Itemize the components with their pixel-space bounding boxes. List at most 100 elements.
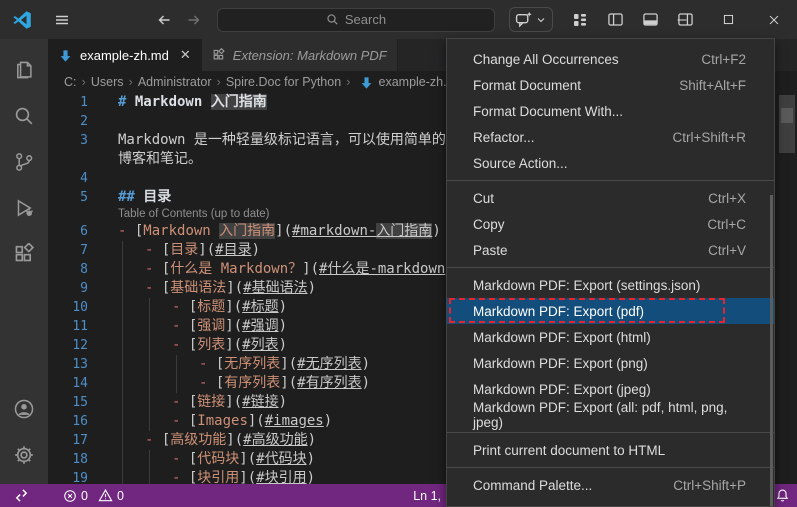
line-content: - [基础语法](#基础语法) <box>145 280 317 296</box>
menu-item-label: Format Document With... <box>473 103 624 119</box>
menu-item-label: Cut <box>473 190 495 206</box>
warnings-indicator[interactable]: 0 <box>98 488 124 503</box>
minimize-button[interactable] <box>659 0 705 39</box>
editor-scrollbar[interactable] <box>779 95 795 153</box>
errors-indicator[interactable]: 0 <box>63 489 88 503</box>
menu-item-paste[interactable]: Paste Ctrl+V <box>447 237 774 263</box>
menu-item-copy[interactable]: Copy Ctrl+C <box>447 211 774 237</box>
breadcrumb-item[interactable]: Administrator <box>138 75 212 89</box>
chevron-down-icon <box>537 17 545 22</box>
menu-item-label: Change All Occurrences <box>473 51 619 67</box>
cursor-position[interactable]: Ln 1, <box>413 484 441 507</box>
breadcrumb-chevron-icon: › <box>346 74 351 89</box>
tab-example-zh-md[interactable]: example-zh.md ✕ <box>48 39 202 71</box>
menu-hamburger-icon[interactable] <box>47 6 77 34</box>
indent-guide <box>122 412 123 431</box>
context-menu-items: Change All Occurrences Ctrl+F2 Format Docu… <box>447 46 774 498</box>
menu-item-change-all-occurrences[interactable]: Change All Occurrences Ctrl+F2 <box>447 46 774 72</box>
menu-item-command-palette[interactable]: Command Palette... Ctrl+Shift+P <box>447 472 774 498</box>
line-number: 1 <box>80 95 88 110</box>
menu-item-markdown-pdf-export-pdf[interactable]: Markdown PDF: Export (pdf) <box>447 298 774 324</box>
copilot-chat-button[interactable] <box>509 7 553 32</box>
indent-guide <box>122 450 123 469</box>
menu-item-markdown-pdf-export-html[interactable]: Markdown PDF: Export (html) <box>447 324 774 350</box>
line-content: - [列表](#列表) <box>172 337 288 353</box>
menu-item-markdown-pdf-export-all-pdf-html-png-jpeg[interactable]: Markdown PDF: Export (all: pdf, html, pn… <box>447 400 774 430</box>
menu-item-print-current-document-to-html[interactable]: Print current document to HTML <box>447 437 774 463</box>
extensions-icon[interactable] <box>0 231 48 277</box>
line-content: 博客和笔记。 <box>118 151 202 167</box>
indent-guide <box>149 374 150 393</box>
menu-item-keybinding: Ctrl+X <box>708 190 746 206</box>
menu-item-keybinding: Ctrl+C <box>707 216 746 232</box>
menu-item-source-action[interactable]: Source Action... <box>447 150 774 176</box>
search-input[interactable]: Search <box>217 7 495 32</box>
remote-indicator-icon[interactable] <box>14 488 29 503</box>
indent-guide <box>176 355 177 374</box>
line-content: ## 目录 <box>118 189 172 205</box>
menu-item-label: Markdown PDF: Export (jpeg) <box>473 381 651 397</box>
menu-item-refactor[interactable]: Refactor... Ctrl+Shift+R <box>447 124 774 150</box>
tab-extension-markdown-pdf[interactable]: Extension: Markdown PDF <box>201 39 398 71</box>
menu-item-format-document-with[interactable]: Format Document With... <box>447 98 774 124</box>
toggle-primary-sidebar-icon[interactable] <box>600 6 630 34</box>
menu-item-cut[interactable]: Cut Ctrl+X <box>447 185 774 211</box>
menu-item-markdown-pdf-export-png[interactable]: Markdown PDF: Export (png) <box>447 350 774 376</box>
tab-close-icon[interactable]: ✕ <box>180 47 191 63</box>
search-sidebar-icon[interactable] <box>0 93 48 139</box>
context-menu-scrollbar[interactable] <box>770 195 773 506</box>
breadcrumb-item[interactable]: Users <box>91 75 124 89</box>
tab-label: Extension: Markdown PDF <box>232 47 387 63</box>
line-number: 9 <box>80 281 88 296</box>
markdown-down-icon <box>58 48 73 63</box>
line-content: - [标题](#标题) <box>172 299 288 315</box>
warning-count: 0 <box>116 488 124 503</box>
nav-forward-icon[interactable] <box>179 6 209 34</box>
line-content: - [链接](#链接) <box>172 394 288 410</box>
line-number: 5 <box>80 190 88 205</box>
indent-guide <box>149 355 150 374</box>
error-count: 0 <box>81 488 88 503</box>
menu-item-label: Markdown PDF: Export (pdf) <box>473 303 645 319</box>
indent-guide <box>176 374 177 393</box>
menu-item-label: Markdown PDF: Export (html) <box>473 329 651 345</box>
maximize-button[interactable] <box>705 0 751 39</box>
vscode-logo-icon <box>11 9 33 31</box>
source-control-icon[interactable] <box>0 139 48 185</box>
line-number: 13 <box>72 357 88 372</box>
line-content: - [目录](#目录) <box>145 242 261 258</box>
extension-icon <box>212 48 226 62</box>
line-number: 16 <box>72 414 88 429</box>
nav-back-icon[interactable] <box>149 6 179 34</box>
title-bar: Search <box>0 0 797 39</box>
breadcrumb-item[interactable]: C: <box>64 75 77 89</box>
search-placeholder: Search <box>344 12 387 27</box>
customize-layout-icon[interactable] <box>565 6 595 34</box>
menu-item-markdown-pdf-export-settings-json[interactable]: Markdown PDF: Export (settings.json) <box>447 272 774 298</box>
breadcrumb-chevron-icon: › <box>81 74 86 89</box>
menu-item-format-document[interactable]: Format Document Shift+Alt+F <box>447 72 774 98</box>
indent-guide <box>149 450 150 469</box>
indent-guide <box>122 431 123 450</box>
line-content: # Markdown 入门指南 <box>118 94 267 110</box>
account-icon[interactable] <box>0 386 48 432</box>
close-button[interactable] <box>751 0 797 39</box>
menu-item-label: Markdown PDF: Export (settings.json) <box>473 277 701 293</box>
menu-item-keybinding: Ctrl+Shift+R <box>672 129 746 145</box>
breadcrumb-item[interactable]: Spire.Doc for Python <box>226 75 341 89</box>
explorer-icon[interactable] <box>0 47 48 93</box>
menu-item-markdown-pdf-export-jpeg[interactable]: Markdown PDF: Export (jpeg) <box>447 376 774 402</box>
menu-separator <box>447 267 774 268</box>
indent-guide <box>122 298 123 317</box>
line-number: 6 <box>80 224 88 239</box>
error-icon <box>64 489 76 502</box>
run-debug-icon[interactable] <box>0 185 48 231</box>
minimap-slider[interactable] <box>781 108 793 123</box>
line-content: - [Images](#images) <box>172 413 333 429</box>
notifications-bell-icon[interactable] <box>775 484 790 507</box>
menu-item-label: Paste <box>473 242 508 258</box>
menu-item-label: Command Palette... <box>473 477 593 493</box>
menu-separator <box>447 467 774 468</box>
settings-gear-icon[interactable] <box>0 432 48 478</box>
vscode-window: Search example-zh.md ✕ Extension: Markdo… <box>0 0 797 507</box>
